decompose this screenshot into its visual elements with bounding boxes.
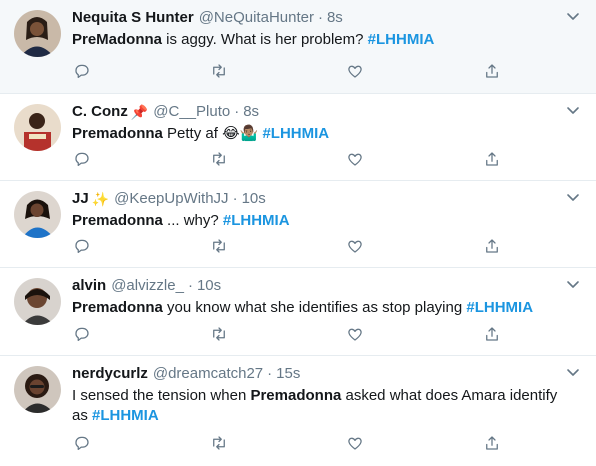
separator-dot: · <box>317 9 323 26</box>
reply-icon[interactable] <box>72 149 92 169</box>
hashtag-link[interactable]: #LHHMIA <box>262 125 329 142</box>
tweet-actions <box>72 61 502 81</box>
display-name[interactable]: nerdycurlz <box>72 364 148 384</box>
timestamp[interactable]: 8s <box>243 102 259 122</box>
retweet-icon[interactable] <box>209 61 229 81</box>
tweet-actions <box>72 149 502 169</box>
timestamp[interactable]: 8s <box>327 8 343 28</box>
heart-icon[interactable] <box>345 433 365 453</box>
share-icon[interactable] <box>482 149 502 169</box>
user-handle[interactable]: @NeQuitaHunter <box>199 8 314 28</box>
retweet-icon[interactable] <box>209 236 229 256</box>
mention-bold: PreMadonna <box>72 31 163 48</box>
tweet-actions <box>72 433 502 453</box>
display-name[interactable]: JJ <box>72 189 89 209</box>
heart-icon[interactable] <box>345 61 365 81</box>
timestamp[interactable]: 10s <box>197 276 221 296</box>
display-name[interactable]: Nequita S Hunter <box>72 8 194 28</box>
chevron-down-icon[interactable] <box>566 106 580 116</box>
share-icon[interactable] <box>482 61 502 81</box>
retweet-icon[interactable] <box>209 433 229 453</box>
avatar[interactable] <box>14 366 61 413</box>
heart-icon[interactable] <box>345 149 365 169</box>
share-icon[interactable] <box>482 433 502 453</box>
separator-dot: · <box>232 190 238 207</box>
heart-icon[interactable] <box>345 236 365 256</box>
avatar[interactable] <box>14 104 61 151</box>
reply-icon[interactable] <box>72 61 92 81</box>
share-icon[interactable] <box>482 324 502 344</box>
tweet-text: Premadonna ... why? #LHHMIA <box>72 211 576 231</box>
timestamp[interactable]: 10s <box>242 189 266 209</box>
chevron-down-icon[interactable] <box>566 280 580 290</box>
mention-bold: Premadonna <box>250 387 342 404</box>
tweet-body-prefix: I sensed the tension when <box>72 387 251 404</box>
separator-dot: · <box>267 365 273 382</box>
display-name[interactable]: C. Conz <box>72 102 128 122</box>
user-handle[interactable]: @alvizzle_ <box>111 276 184 296</box>
tweet[interactable]: alvin @alvizzle_ · 10s Premadonna you kn… <box>0 268 596 356</box>
avatar[interactable] <box>14 278 61 325</box>
tweet-text: Premadonna you know what she identifies … <box>72 298 576 318</box>
hashtag-link[interactable]: #LHHMIA <box>368 31 435 48</box>
separator-dot: · <box>187 277 193 294</box>
tweet[interactable]: Nequita S Hunter @NeQuitaHunter · 8s Pre… <box>0 0 596 94</box>
name-emoji: ✨ <box>91 191 110 207</box>
reply-icon[interactable] <box>72 236 92 256</box>
tweet-text: PreMadonna is aggy. What is her problem?… <box>72 30 576 50</box>
user-handle[interactable]: @KeepUpWithJJ <box>114 189 228 209</box>
mention-bold: Premadonna <box>72 299 163 316</box>
hashtag-link[interactable]: #LHHMIA <box>466 299 533 316</box>
hashtag-link[interactable]: #LHHMIA <box>92 407 159 424</box>
tweet-body: you know what she identifies as stop pla… <box>162 299 467 316</box>
tweet-actions <box>72 324 502 344</box>
hashtag-link[interactable]: #LHHMIA <box>223 212 290 229</box>
chevron-down-icon[interactable] <box>566 368 580 378</box>
chevron-down-icon[interactable] <box>566 12 580 22</box>
tweet-body: Petty af <box>162 125 223 142</box>
mention-bold: Premadonna <box>72 212 163 229</box>
tweet-text: Premadonna Petty af 😂🤷🏽‍♂️ #LHHMIA <box>72 124 576 144</box>
tweet-body: ... why? <box>162 212 223 229</box>
tweet[interactable]: JJ ✨ @KeepUpWithJJ · 10s Premadonna ... … <box>0 181 596 268</box>
timestamp[interactable]: 15s <box>276 364 300 384</box>
reply-icon[interactable] <box>72 324 92 344</box>
share-icon[interactable] <box>482 236 502 256</box>
avatar[interactable] <box>14 191 61 238</box>
emoji-group: 😂🤷🏽‍♂️ <box>222 125 263 142</box>
tweet-body: is aggy. What is her problem? <box>162 31 368 48</box>
chevron-down-icon[interactable] <box>566 193 580 203</box>
user-handle[interactable]: @C__Pluto <box>153 102 230 122</box>
tweet-text: I sensed the tension when Premadonna ask… <box>72 386 576 426</box>
retweet-icon[interactable] <box>209 324 229 344</box>
retweet-icon[interactable] <box>209 149 229 169</box>
heart-icon[interactable] <box>345 324 365 344</box>
name-emoji: 📌 <box>130 104 149 120</box>
avatar[interactable] <box>14 10 61 57</box>
tweet-actions <box>72 236 502 256</box>
tweet[interactable]: C. Conz 📌 @C__Pluto · 8s Premadonna Pett… <box>0 94 596 181</box>
tweet-feed: Nequita S Hunter @NeQuitaHunter · 8s Pre… <box>0 0 596 466</box>
display-name[interactable]: alvin <box>72 276 106 296</box>
reply-icon[interactable] <box>72 433 92 453</box>
mention-bold: Premadonna <box>72 125 163 142</box>
user-handle[interactable]: @dreamcatch27 <box>153 364 263 384</box>
tweet[interactable]: nerdycurlz @dreamcatch27 · 15s I sensed … <box>0 356 596 466</box>
separator-dot: · <box>234 103 240 120</box>
